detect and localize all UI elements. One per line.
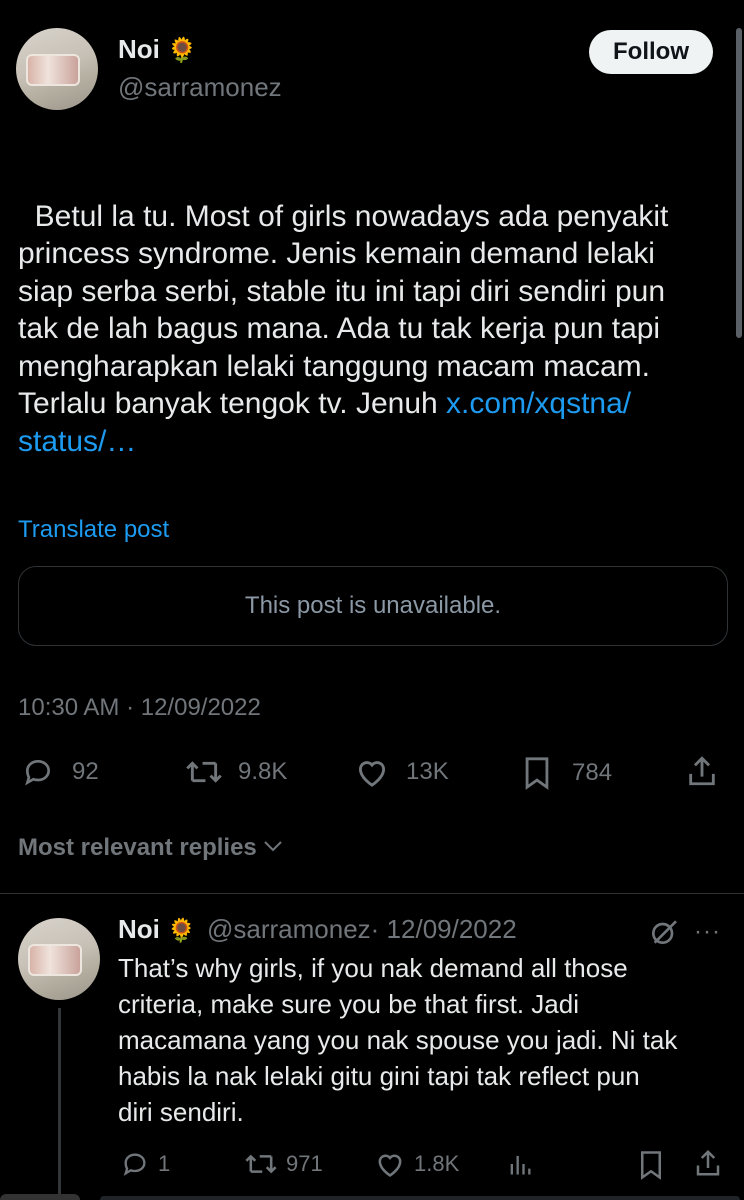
avatar-photo [28, 944, 82, 976]
repost-count: 9.8K [238, 758, 288, 785]
reply-author-avatar[interactable] [18, 918, 100, 1000]
repost-icon [244, 1150, 278, 1178]
next-reply-avatar-edge [0, 1194, 80, 1200]
bookmark-icon [638, 1150, 664, 1180]
reply-repost-action[interactable]: 971 [244, 1150, 323, 1178]
reply-author-handle[interactable]: @sarramonez [207, 914, 371, 944]
reply-views-action[interactable] [506, 1150, 534, 1178]
reply-reply-count: 1 [158, 1151, 171, 1176]
reply-like-action[interactable]: 1.8K [374, 1150, 459, 1178]
bookmark-action[interactable]: 784 [522, 756, 612, 790]
reply-date[interactable]: · 12/09/2022 [371, 914, 517, 944]
reply-icon [120, 1150, 150, 1178]
repost-icon [184, 756, 224, 788]
views-chart-icon [506, 1150, 534, 1178]
reply-author-name[interactable]: Noi [118, 914, 160, 944]
like-action[interactable]: 13K [354, 756, 449, 788]
reply-text: That’s why girls, if you nak demand all … [118, 953, 678, 1127]
heart-icon [374, 1150, 406, 1178]
chevron-down-icon [261, 836, 285, 861]
follow-button[interactable]: Follow [589, 30, 713, 74]
reply-icon [20, 756, 56, 788]
bookmark-count: 784 [572, 759, 613, 786]
unavailable-text: This post is unavailable. [244, 592, 502, 619]
avatar-photo [26, 54, 80, 86]
post-text: Betul la tu. Most of girls nowadays ada … [18, 160, 728, 460]
reply-like-count: 1.8K [414, 1151, 460, 1176]
scrollbar[interactable] [736, 28, 742, 338]
post-timestamp[interactable]: 10:30 AM · 12/09/2022 [18, 694, 261, 722]
sunflower-emoji: 🌻 [167, 917, 196, 943]
share-action[interactable] [686, 754, 718, 788]
repost-action[interactable]: 9.8K [184, 756, 287, 788]
author-handle[interactable]: @sarramonez [118, 72, 282, 103]
reply-header: Noi 🌻 @sarramonez· 12/09/2022 [118, 914, 517, 945]
section-divider [0, 893, 744, 894]
author-avatar[interactable] [16, 28, 98, 110]
share-icon [686, 754, 718, 788]
reply-repost-count: 971 [286, 1151, 323, 1176]
like-count: 13K [406, 758, 449, 785]
author-name-row[interactable]: Noi 🌻 [118, 34, 197, 65]
heart-icon [354, 756, 390, 788]
grok-icon[interactable] [648, 916, 680, 953]
translate-post-link[interactable]: Translate post [18, 516, 169, 544]
share-icon [694, 1148, 722, 1178]
replies-sort-dropdown[interactable]: Most relevant replies [18, 834, 285, 862]
reply-share-action[interactable] [694, 1148, 722, 1178]
author-name[interactable]: Noi [118, 34, 160, 64]
replies-sort-label: Most relevant replies [18, 834, 257, 861]
quoted-post-unavailable: This post is unavailable. [18, 566, 728, 646]
reply-bookmark-action[interactable] [638, 1150, 664, 1180]
reply-compose-box-edge[interactable] [100, 1196, 740, 1200]
reply-reply-action[interactable]: 1 [120, 1150, 170, 1178]
reply-count: 92 [72, 758, 99, 785]
reply-action[interactable]: 92 [20, 756, 99, 788]
bookmark-icon [522, 756, 552, 790]
sunflower-emoji: 🌻 [167, 37, 198, 64]
thread-line [58, 1008, 61, 1200]
more-options-icon[interactable]: ··· [694, 918, 721, 946]
